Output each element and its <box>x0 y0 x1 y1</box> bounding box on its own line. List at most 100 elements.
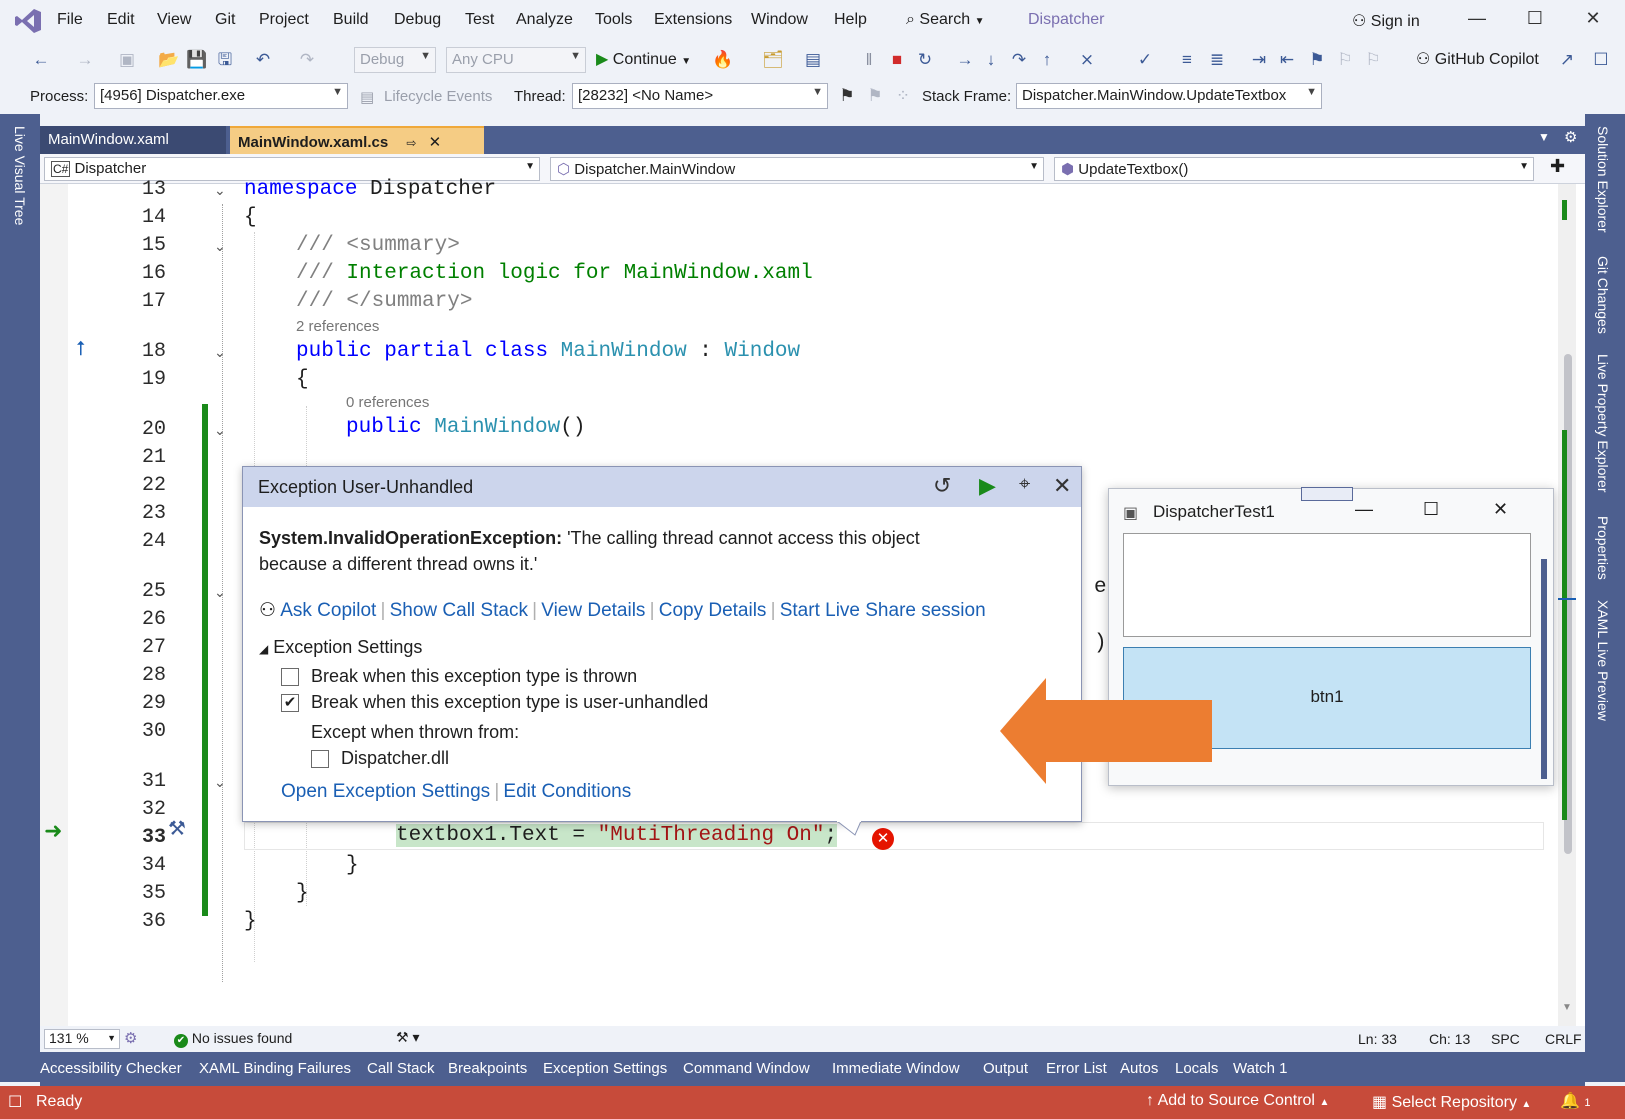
flag-thread-icon[interactable]: ⚑ <box>836 86 858 106</box>
fold-chevron-icon[interactable]: ⌄ <box>214 238 226 255</box>
references-codelens[interactable]: 2 references <box>296 318 379 335</box>
view-details-link[interactable]: View Details <box>541 600 645 621</box>
tab-exception-settings[interactable]: Exception Settings <box>543 1060 667 1077</box>
line-ending-indicator[interactable]: CRLF <box>1545 1031 1582 1047</box>
module-checkbox[interactable] <box>311 750 329 768</box>
references-codelens[interactable]: 0 references <box>346 394 429 411</box>
tab-mainwindow-xaml-cs[interactable]: MainWindow.xaml.cs ⇨ ✕ <box>230 126 484 154</box>
outdent-icon[interactable]: ⇤ <box>1276 50 1298 70</box>
show-call-stack-link[interactable]: Show Call Stack <box>390 600 528 621</box>
cleanup-brush-icon[interactable]: ⚒ <box>168 816 186 841</box>
close-tab-icon[interactable]: ✕ <box>429 134 442 151</box>
diagnostics-icon[interactable]: ⨯ <box>1076 50 1098 70</box>
solution-explorer-tab[interactable]: Solution Explorer <box>1595 126 1611 233</box>
show-next-statement-icon[interactable]: → <box>954 50 976 70</box>
pause-icon[interactable]: ‖ <box>858 50 880 70</box>
continue-button[interactable]: ▶ Continue ▼ <box>596 49 691 69</box>
tab-autos[interactable]: Autos <box>1120 1060 1158 1077</box>
app-maximize-button[interactable]: ☐ <box>1423 499 1439 520</box>
menu-window[interactable]: Window <box>751 11 808 29</box>
textbox1[interactable] <box>1123 533 1531 637</box>
tab-output[interactable]: Output <box>983 1060 1028 1077</box>
stop-icon[interactable]: ■ <box>886 50 908 70</box>
history-icon[interactable]: ↺ <box>933 473 951 499</box>
app-close-button[interactable]: ✕ <box>1493 499 1508 520</box>
maximize-button[interactable]: ☐ <box>1518 8 1552 34</box>
browse-icon[interactable]: 🗂 <box>762 50 784 70</box>
tab-watch-1[interactable]: Watch 1 <box>1233 1060 1287 1077</box>
feedback-icon[interactable]: ☐ <box>1590 50 1612 70</box>
menu-file[interactable]: File <box>57 11 83 29</box>
menu-test[interactable]: Test <box>465 11 494 29</box>
menu-extensions[interactable]: Extensions <box>654 11 732 29</box>
vertical-scrollbar[interactable]: ▼ <box>1558 184 1576 1026</box>
type-combo[interactable]: ⬡ Dispatcher.MainWindow ▼ <box>550 157 1044 181</box>
process-combo[interactable]: [4956] Dispatcher.exe ▼ <box>94 83 348 109</box>
git-changes-tab[interactable]: Git Changes <box>1595 256 1611 334</box>
restart-icon[interactable]: ↻ <box>914 50 936 70</box>
fold-chevron-icon[interactable]: ⌄ <box>214 344 226 361</box>
zoom-combo[interactable]: 131 % ▼ <box>44 1029 120 1049</box>
undo-icon[interactable]: ↶ <box>252 50 274 70</box>
output-icon[interactable]: ☐ <box>8 1092 22 1112</box>
open-folder-icon[interactable]: 📂 <box>158 50 180 70</box>
open-exception-settings-link[interactable]: Open Exception Settings <box>281 781 490 802</box>
exception-settings-header[interactable]: ◢ Exception Settings <box>259 637 422 658</box>
bookmark-icon[interactable]: ⚑ <box>1306 50 1328 70</box>
settings-gear-icon[interactable]: ⚙ <box>1564 128 1577 146</box>
continue-play-icon[interactable]: ▶ <box>979 473 996 499</box>
split-window-icon[interactable]: ✚ <box>1550 156 1565 177</box>
add-to-source-control-button[interactable]: ↑ Add to Source Control ▲ <box>1146 1092 1329 1110</box>
comment-icon[interactable]: ≡ <box>1176 50 1198 70</box>
tab-call-stack[interactable]: Call Stack <box>367 1060 435 1077</box>
spell-check-icon[interactable]: ✓ <box>1134 50 1156 70</box>
ask-copilot-link[interactable]: Ask Copilot <box>280 600 376 621</box>
tab-immediate-window[interactable]: Immediate Window <box>832 1060 960 1077</box>
xaml-live-preview-tab[interactable]: XAML Live Preview <box>1595 600 1611 721</box>
scroll-down-icon[interactable]: ▼ <box>1562 1002 1572 1013</box>
live-share-link[interactable]: Start Live Share session <box>780 600 986 621</box>
fold-chevron-icon[interactable]: ⌄ <box>214 422 226 439</box>
screen-icon[interactable]: ▤ <box>802 50 824 70</box>
edit-conditions-link[interactable]: Edit Conditions <box>503 781 631 802</box>
thread-combo[interactable]: [28232] <No Name> ▼ <box>572 83 828 109</box>
minimize-button[interactable]: — <box>1460 8 1494 34</box>
intellicode-icon[interactable]: ⚙ <box>124 1029 137 1047</box>
tab-xaml-binding-failures[interactable]: XAML Binding Failures <box>199 1060 351 1077</box>
code-cleanup-icon[interactable]: ⚒ ▾ <box>396 1029 419 1046</box>
redo-icon[interactable]: ↷ <box>296 50 318 70</box>
forward-icon[interactable]: → <box>74 50 96 70</box>
properties-tab[interactable]: Properties <box>1595 516 1611 580</box>
indent-icon[interactable]: ⇥ <box>1248 50 1270 70</box>
back-icon[interactable]: ← <box>30 50 52 70</box>
menu-view[interactable]: View <box>157 11 191 29</box>
select-repository-button[interactable]: ▦ Select Repository ▲ <box>1372 1092 1531 1112</box>
platform-combo[interactable]: Any CPU ▼ <box>446 47 586 73</box>
next-bookmark-icon[interactable]: ⚐ <box>1362 50 1384 70</box>
pin-icon[interactable]: ⇨ <box>406 136 416 150</box>
search-box[interactable]: ⌕ Search ▼ <box>906 11 984 29</box>
menu-build[interactable]: Build <box>333 11 369 29</box>
break-unhandled-checkbox[interactable]: ✔ <box>281 694 299 712</box>
app-minimize-button[interactable]: — <box>1355 499 1373 520</box>
member-combo[interactable]: ⬢ UpdateTextbox() ▼ <box>1054 157 1534 181</box>
share-icon[interactable]: ↗ <box>1556 50 1578 70</box>
menu-debug[interactable]: Debug <box>394 11 441 29</box>
implementation-glyph-icon[interactable]: ⭡ <box>76 338 85 361</box>
flag-all-icon[interactable]: ⚑ <box>864 86 886 106</box>
uncomment-icon[interactable]: ≣ <box>1206 50 1228 70</box>
whitespace-indicator[interactable]: SPC <box>1491 1031 1520 1047</box>
new-project-icon[interactable]: ▣ <box>116 50 138 70</box>
github-copilot-button[interactable]: ⚇ GitHub Copilot <box>1416 49 1539 69</box>
error-icon[interactable]: ✕ <box>872 828 894 850</box>
tab-mainwindow-xaml[interactable]: MainWindow.xaml <box>40 126 226 154</box>
copy-details-link[interactable]: Copy Details <box>659 600 767 621</box>
module-icon[interactable]: ⁘ <box>892 86 914 106</box>
fold-chevron-icon[interactable]: ⌄ <box>214 182 226 199</box>
save-all-icon[interactable]: 🖫 <box>214 50 236 70</box>
close-icon[interactable]: ✕ <box>1053 473 1071 499</box>
step-out-icon[interactable]: ↑ <box>1036 50 1058 70</box>
pin-icon[interactable]: ⌖ <box>1019 473 1030 496</box>
close-button[interactable]: ✕ <box>1576 8 1610 34</box>
menu-tools[interactable]: Tools <box>595 11 632 29</box>
